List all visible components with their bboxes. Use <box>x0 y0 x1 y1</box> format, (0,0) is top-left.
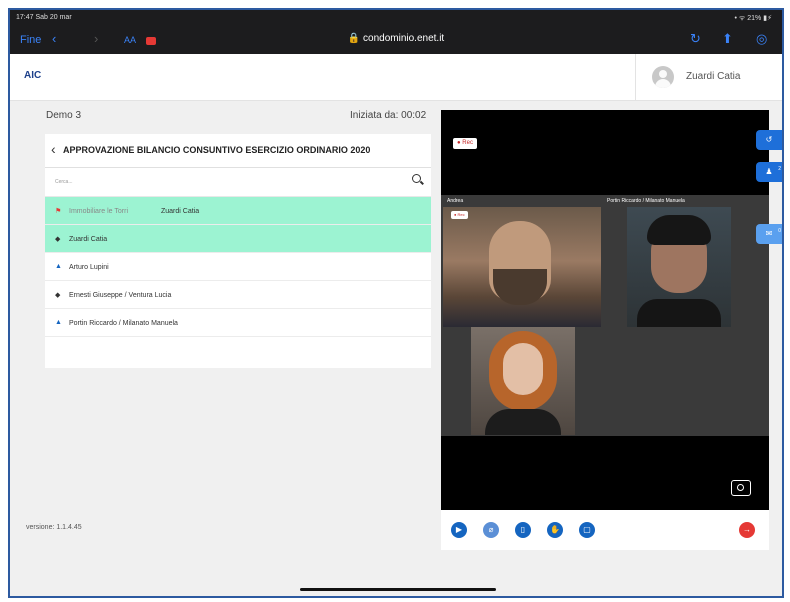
search-field[interactable]: Cerca... <box>45 167 431 197</box>
face-image <box>503 343 543 395</box>
list-item-label: Portin Riccardo / Milanato Manuela <box>69 320 178 327</box>
url-text: condominio.enet.it <box>363 33 445 44</box>
status-indicators: • ᯤ 21% ▮⚡ <box>734 15 772 22</box>
leave-call-button[interactable]: → <box>739 522 755 538</box>
tile-rec-badge: ● Rec <box>451 211 468 219</box>
list-item[interactable]: ◆ Zuardi Catia <box>45 225 431 253</box>
list-item[interactable]: ◆ Ernesti Giuseppe / Ventura Lucia <box>45 281 431 309</box>
chat-button[interactable]: ✉ 0 <box>756 224 782 244</box>
list-item-label: Arturo Lupini <box>69 264 109 271</box>
video-conference: ● Rec Andrea Portin Riccardo / Milanato … <box>441 110 769 510</box>
screen-share-button[interactable]: ▢ <box>579 522 595 538</box>
dress-image <box>485 409 561 435</box>
agenda-item-header: ‹ APPROVAZIONE BILANCIO CONSUNTIVO ESERC… <box>45 134 431 168</box>
version-label: versione: 1.1.4.45 <box>26 524 82 531</box>
flag-icon: ⚑ <box>55 208 62 215</box>
back-chevron-icon[interactable]: ‹ <box>51 141 56 157</box>
camera-button[interactable]: ▶ <box>451 522 467 538</box>
share-icon[interactable]: ⬆ <box>722 31 733 47</box>
history-button[interactable]: ↺ <box>756 130 782 150</box>
switch-camera-icon[interactable] <box>731 480 751 496</box>
video-tile-portin[interactable] <box>627 207 731 327</box>
app-header: AIC Zuardi Catia <box>10 54 782 101</box>
home-indicator[interactable] <box>300 588 496 591</box>
device-frame: 17:47 Sab 20 mar • ᯤ 21% ▮⚡ Fine ‹ › AA … <box>8 8 784 598</box>
browser-chrome: 17:47 Sab 20 mar • ᯤ 21% ▮⚡ Fine ‹ › AA … <box>10 10 782 54</box>
video-tile-andrea[interactable]: ● Rec <box>443 207 601 327</box>
video-grid: Andrea Portin Riccardo / Milanato Manuel… <box>441 195 769 436</box>
app-logo[interactable]: AIC <box>24 70 41 81</box>
started-timer: Iniziata da: 00:02 <box>350 110 427 121</box>
status-time: 17:47 Sab 20 mar <box>16 14 72 21</box>
user-menu[interactable]: Zuardi Catia <box>635 54 782 100</box>
person-icon: ▲ <box>55 319 62 326</box>
hair-image <box>647 215 711 245</box>
agenda-panel: ‹ APPROVAZIONE BILANCIO CONSUNTIVO ESERC… <box>45 134 431 368</box>
search-placeholder: Cerca... <box>55 179 73 185</box>
list-item-sublabel: Zuardi Catia <box>161 208 200 215</box>
diamond-icon: ◆ <box>55 236 61 243</box>
list-item-label: Zuardi Catia <box>69 236 108 243</box>
chat-count: 0 <box>778 228 781 234</box>
list-item[interactable]: ▲ Portin Riccardo / Milanato Manuela <box>45 309 431 337</box>
shirt-image <box>637 299 721 327</box>
list-item-label: Immobiliare le Torri <box>69 208 128 215</box>
tile-label-andrea: Andrea <box>447 198 464 204</box>
tile-label-portin: Portin Riccardo / Milanato Manuela <box>607 198 685 204</box>
beard-image <box>493 269 547 305</box>
phone-button[interactable]: ▯ <box>515 522 531 538</box>
call-controls: ▶ ⌀ ▯ ✋ ▢ → <box>441 510 769 550</box>
participants-button[interactable]: ♟ 2 <box>756 162 782 182</box>
mic-muted-button[interactable]: ⌀ <box>483 522 499 538</box>
rec-badge: ● Rec <box>453 138 477 149</box>
video-tile-third[interactable] <box>471 327 575 435</box>
raise-hand-button[interactable]: ✋ <box>547 522 563 538</box>
list-item[interactable]: ⚑ Immobiliare le Torri Zuardi Catia <box>45 197 431 225</box>
agenda-item-title: APPROVAZIONE BILANCIO CONSUNTIVO ESERCIZ… <box>63 145 371 155</box>
address-bar[interactable]: 🔒 condominio.enet.it <box>10 33 782 44</box>
search-icon[interactable] <box>412 174 421 183</box>
person-icon: ▲ <box>55 263 62 270</box>
list-item-label: Ernesti Giuseppe / Ventura Lucia <box>69 292 172 299</box>
diamond-icon: ◆ <box>55 292 61 299</box>
compass-icon[interactable]: ◎ <box>756 31 767 47</box>
avatar <box>652 66 674 88</box>
reload-icon[interactable]: ↻ <box>690 31 701 47</box>
user-name: Zuardi Catia <box>686 71 741 82</box>
meeting-name: Demo 3 <box>46 110 82 121</box>
participants-count: 2 <box>778 166 781 172</box>
list-item[interactable]: ▲ Arturo Lupini <box>45 253 431 281</box>
app-area: AIC Zuardi Catia Demo 3 Iniziata da: 00:… <box>10 54 782 596</box>
